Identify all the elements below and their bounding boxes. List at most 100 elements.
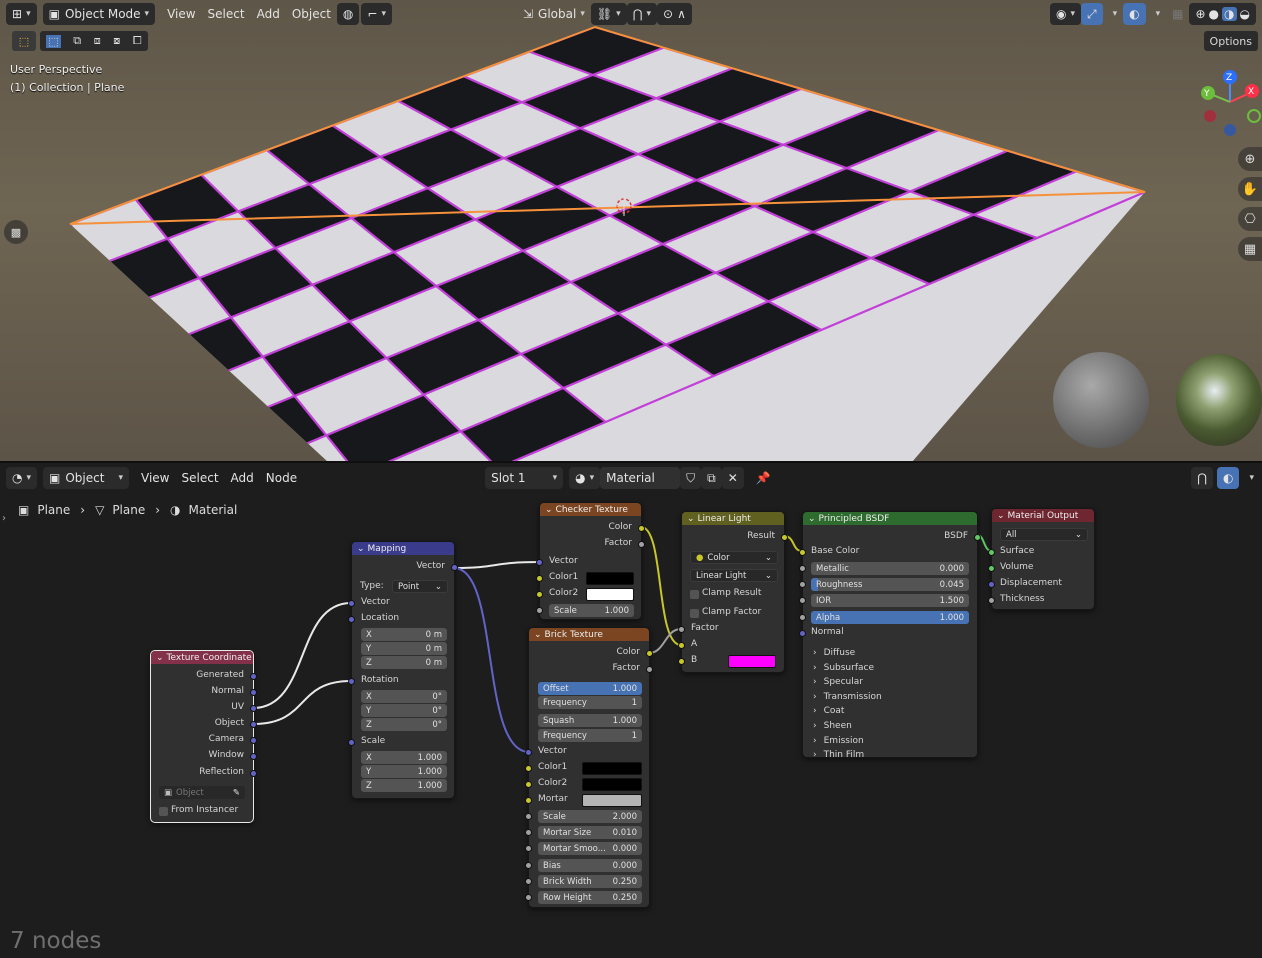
- clamp-result-checkbox[interactable]: [690, 590, 699, 599]
- overlay-dropdown[interactable]: ▾: [1146, 3, 1167, 25]
- data-type-dropdown[interactable]: ● Color ⌄: [690, 551, 778, 564]
- panel-diffuse[interactable]: › Diffuse: [813, 648, 855, 658]
- socket-mortar[interactable]: [525, 797, 532, 804]
- select-intersect-icon[interactable]: ⧠: [133, 34, 142, 48]
- socket-ior[interactable]: [799, 597, 806, 604]
- mortar-size-field[interactable]: Mortar Size 0.010: [538, 826, 642, 839]
- socket-roughness[interactable]: [799, 581, 806, 588]
- socket-location[interactable]: [348, 616, 355, 623]
- location-y-field[interactable]: Y0 m: [361, 642, 447, 655]
- color1-swatch[interactable]: [586, 572, 634, 585]
- collapse-chevron-icon[interactable]: ⌄: [808, 514, 816, 524]
- 3d-viewport[interactable]: ⊞ ▾ ▣ Object Mode ▾ View Select Add Object…: [0, 0, 1262, 462]
- rendered-shading-icon[interactable]: ◒: [1240, 7, 1250, 21]
- navigation-gizmo[interactable]: Z X Y: [1196, 68, 1262, 138]
- panel-thin-film[interactable]: › Thin Film: [813, 750, 864, 760]
- blend-mode-dropdown[interactable]: Linear Light ⌄: [690, 569, 778, 582]
- brick-scale-field[interactable]: Scale 2.000: [538, 810, 642, 823]
- socket-color1[interactable]: [525, 765, 532, 772]
- socket-vector-in[interactable]: [536, 559, 543, 566]
- color1-swatch[interactable]: [582, 762, 642, 775]
- bias-field[interactable]: Bias 0.000: [538, 859, 642, 872]
- eyedropper-icon[interactable]: ✎: [233, 788, 240, 798]
- from-instancer-checkbox[interactable]: [159, 807, 168, 816]
- socket-factor-in[interactable]: [678, 626, 685, 633]
- socket-a[interactable]: [678, 642, 685, 649]
- socket-thickness[interactable]: [988, 597, 995, 604]
- socket-generated[interactable]: [250, 673, 257, 680]
- node-brick-texture[interactable]: ⌄ Brick Texture Color Factor Offset 1.000 …: [525, 627, 653, 908]
- snap-toggle[interactable]: ⋂ ▾: [626, 3, 657, 25]
- node-principled-bsdf[interactable]: ⌄ Principled BSDF BSDF Base Color Metalli…: [799, 511, 981, 760]
- options-button[interactable]: Options: [1203, 31, 1258, 51]
- menu-object[interactable]: Object: [286, 3, 337, 25]
- camera-view-icon[interactable]: ⎔: [1238, 207, 1262, 231]
- socket-vector-in[interactable]: [525, 749, 532, 756]
- select-new-icon[interactable]: ⬚: [46, 34, 61, 48]
- socket-window[interactable]: [250, 753, 257, 760]
- socket-scale[interactable]: [348, 739, 355, 746]
- selection-mode-group[interactable]: ⬚ ⧉ ⧈ ⧇ ⧠: [40, 31, 148, 51]
- pivot-dropdown[interactable]: ⛓ ▾: [590, 3, 627, 25]
- scale-y-field[interactable]: Y 1.000: [361, 765, 447, 778]
- node-mapping[interactable]: ⌄ Mapping Vector Type: Point ⌄ Vector Loca…: [348, 541, 458, 799]
- node-linear-light-mix[interactable]: ⌄ Linear Light Result ● Color ⌄ Linear Ligh…: [678, 511, 788, 673]
- overlay-toggle[interactable]: ◐: [1123, 3, 1146, 25]
- offset-frequency-field[interactable]: Frequency 1: [538, 696, 642, 709]
- socket-color-out[interactable]: [638, 525, 645, 532]
- socket-result-out[interactable]: [781, 534, 788, 541]
- socket-normal[interactable]: [250, 689, 257, 696]
- alpha-field[interactable]: Alpha 1.000: [811, 611, 969, 624]
- socket-color-out[interactable]: [646, 650, 653, 657]
- rotation-x-field[interactable]: X 0°: [361, 690, 447, 703]
- squash-field[interactable]: Squash 1.000: [538, 714, 642, 727]
- node-texture-coordinate[interactable]: ⌄ Texture Coordinate Generated Normal UV …: [150, 650, 257, 823]
- grid-view-icon[interactable]: ▦: [1238, 237, 1262, 261]
- select-subtract-icon[interactable]: ⧈: [94, 34, 101, 48]
- socket-alpha[interactable]: [799, 614, 806, 621]
- socket-color2[interactable]: [525, 781, 532, 788]
- socket-volume[interactable]: [988, 565, 995, 572]
- collapse-chevron-icon[interactable]: ⌄: [156, 653, 164, 663]
- visibility-dropdown[interactable]: ◉ ▾: [1049, 3, 1081, 25]
- b-color-swatch[interactable]: [728, 655, 776, 668]
- socket-object[interactable]: [250, 721, 257, 728]
- socket-mortar-smooth[interactable]: [525, 845, 532, 852]
- brick-width-field[interactable]: Brick Width 0.250: [538, 875, 642, 888]
- socket-uv[interactable]: [250, 705, 257, 712]
- panel-coat[interactable]: › Coat: [813, 706, 844, 716]
- mortar-swatch[interactable]: [582, 794, 642, 807]
- collapse-chevron-icon[interactable]: ⌄: [534, 630, 542, 640]
- color2-swatch[interactable]: [586, 588, 634, 601]
- squash-frequency-field[interactable]: Frequency 1: [538, 729, 642, 742]
- collapse-chevron-icon[interactable]: ⌄: [997, 511, 1005, 521]
- ior-field[interactable]: IOR 1.500: [811, 594, 969, 607]
- collapse-chevron-icon[interactable]: ⌄: [545, 505, 553, 515]
- panel-emission[interactable]: › Emission: [813, 736, 864, 746]
- socket-normal[interactable]: [799, 630, 806, 637]
- snap-target-dropdown[interactable]: ⌐ ▾: [361, 3, 392, 25]
- location-z-field[interactable]: Z0 m: [361, 656, 447, 669]
- collapse-chevron-icon[interactable]: ⌄: [687, 514, 695, 524]
- color2-swatch[interactable]: [582, 778, 642, 791]
- menu-add[interactable]: Add: [251, 3, 286, 25]
- socket-vector-out[interactable]: [451, 564, 458, 571]
- socket-displacement[interactable]: [988, 581, 995, 588]
- socket-bsdf-out[interactable]: [974, 534, 981, 541]
- socket-row-height[interactable]: [525, 894, 532, 901]
- mortar-smooth-field[interactable]: Mortar Smoo... 0.000: [538, 842, 642, 855]
- socket-vector-in[interactable]: [348, 600, 355, 607]
- rotation-z-field[interactable]: Z 0°: [361, 718, 447, 731]
- collapse-chevron-icon[interactable]: ⌄: [357, 544, 365, 554]
- socket-scale[interactable]: [525, 813, 532, 820]
- gizmo-dropdown[interactable]: ▾: [1103, 3, 1124, 25]
- socket-color1[interactable]: [536, 575, 543, 582]
- socket-color2[interactable]: [536, 591, 543, 598]
- mode-dropdown[interactable]: ▣ Object Mode ▾: [42, 3, 156, 25]
- wireframe-shading-icon[interactable]: ⊕: [1195, 7, 1205, 21]
- solid-shading-icon[interactable]: ●: [1209, 7, 1219, 21]
- socket-brick-width[interactable]: [525, 878, 532, 885]
- shader-editor[interactable]: ◔ ▾ ▣ Object ▾ View Select Add Node Slot 1…: [0, 463, 1262, 958]
- location-x-field[interactable]: X0 m: [361, 628, 447, 641]
- menu-view[interactable]: View: [161, 3, 201, 25]
